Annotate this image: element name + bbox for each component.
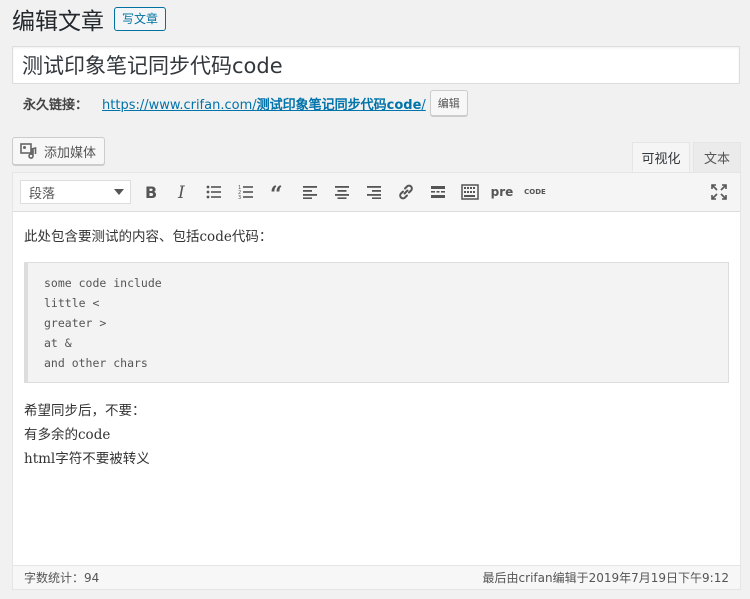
text-line: 有多余的code <box>24 427 111 443</box>
add-new-post-button[interactable]: 写文章 <box>114 7 167 31</box>
italic-button[interactable]: I <box>171 181 195 203</box>
code-line: and other chars <box>44 356 148 370</box>
svg-text:B: B <box>145 184 157 200</box>
text-line: html字符不要被转义 <box>24 451 150 467</box>
format-select[interactable]: 段落 <box>20 180 131 204</box>
numbered-list-button[interactable]: 1 2 3 <box>234 181 258 203</box>
link-button[interactable] <box>394 181 418 203</box>
pre-button[interactable]: pre <box>490 181 514 203</box>
add-media-button[interactable]: 添加媒体 <box>12 137 105 165</box>
word-count-label: 字数统计： <box>24 571 85 585</box>
editor-toolbar: 段落 B I 1 2 3 “ pre CODE <box>13 173 740 212</box>
blockquote-button[interactable]: “ <box>266 181 290 203</box>
last-edited: 最后由crifan编辑于2019年7月19日下午9:12 <box>482 571 729 585</box>
page-header: 编辑文章 写文章 <box>12 4 167 35</box>
svg-text:3: 3 <box>238 195 241 199</box>
align-center-icon <box>335 186 349 199</box>
word-count-value: 94 <box>84 571 100 585</box>
bold-button[interactable]: B <box>139 181 163 203</box>
permalink-url-suffix: / <box>421 97 426 113</box>
read-more-button[interactable] <box>426 181 450 203</box>
align-left-icon <box>303 186 317 199</box>
tab-text[interactable]: 文本 <box>693 142 741 172</box>
post-title-input[interactable]: 测试印象笔记同步代码code <box>12 46 740 84</box>
editor: 段落 B I 1 2 3 “ pre CODE 此处包含要测试的内容、包括cod… <box>12 172 741 590</box>
code-line: little < <box>44 296 100 310</box>
code-block: some code include little < greater > at … <box>24 262 729 383</box>
format-select-value: 段落 <box>29 186 56 202</box>
permalink-link[interactable]: https://www.crifan.com/测试印象笔记同步代码code/ <box>102 94 426 113</box>
code-line: greater > <box>44 316 107 330</box>
intro-paragraph: 此处包含要测试的内容、包括code代码： <box>24 229 273 245</box>
after-paragraph: 希望同步后，不要： 有多余的code html字符不要被转义 <box>24 399 150 471</box>
chevron-down-icon <box>114 189 124 195</box>
bullet-list-icon <box>206 185 221 199</box>
permalink-slug: 测试印象笔记同步代码code <box>256 97 422 113</box>
page-title: 编辑文章 <box>12 9 104 35</box>
blockquote-icon: “ <box>270 185 283 199</box>
text-line: 希望同步后，不要： <box>24 403 146 419</box>
permalink-label: 永久链接： <box>23 97 89 113</box>
read-more-icon <box>431 186 445 198</box>
align-left-button[interactable] <box>298 181 322 203</box>
code-line: some code include <box>44 276 162 290</box>
align-right-icon <box>367 186 381 199</box>
code-button[interactable]: CODE <box>521 181 549 203</box>
edit-permalink-button[interactable]: 编辑 <box>429 90 468 116</box>
align-right-button[interactable] <box>362 181 386 203</box>
fullscreen-button[interactable] <box>707 181 731 203</box>
italic-icon: I <box>177 184 185 200</box>
word-count: 字数统计：94 <box>24 569 99 586</box>
bullet-list-button[interactable] <box>202 181 226 203</box>
bold-icon: B <box>145 184 157 200</box>
permalink-url-prefix: https://www.crifan.com/ <box>102 97 257 113</box>
fullscreen-icon <box>711 184 727 200</box>
permalink-row: 永久链接： https://www.crifan.com/测试印象笔记同步代码c… <box>23 90 468 116</box>
code-line: at & <box>44 336 72 350</box>
toolbar-toggle-button[interactable] <box>458 181 482 203</box>
keyboard-icon <box>461 184 479 200</box>
tab-visual[interactable]: 可视化 <box>632 142 690 172</box>
numbered-list-icon: 1 2 3 <box>238 185 253 199</box>
add-media-label: 添加媒体 <box>44 145 97 161</box>
link-icon <box>399 184 413 200</box>
svg-text:I: I <box>177 184 185 200</box>
editor-statusbar: 字数统计：94 最后由crifan编辑于2019年7月19日下午9:12 <box>13 565 740 589</box>
align-center-button[interactable] <box>330 181 354 203</box>
svg-text:“: “ <box>270 185 283 199</box>
media-icon <box>20 143 38 159</box>
